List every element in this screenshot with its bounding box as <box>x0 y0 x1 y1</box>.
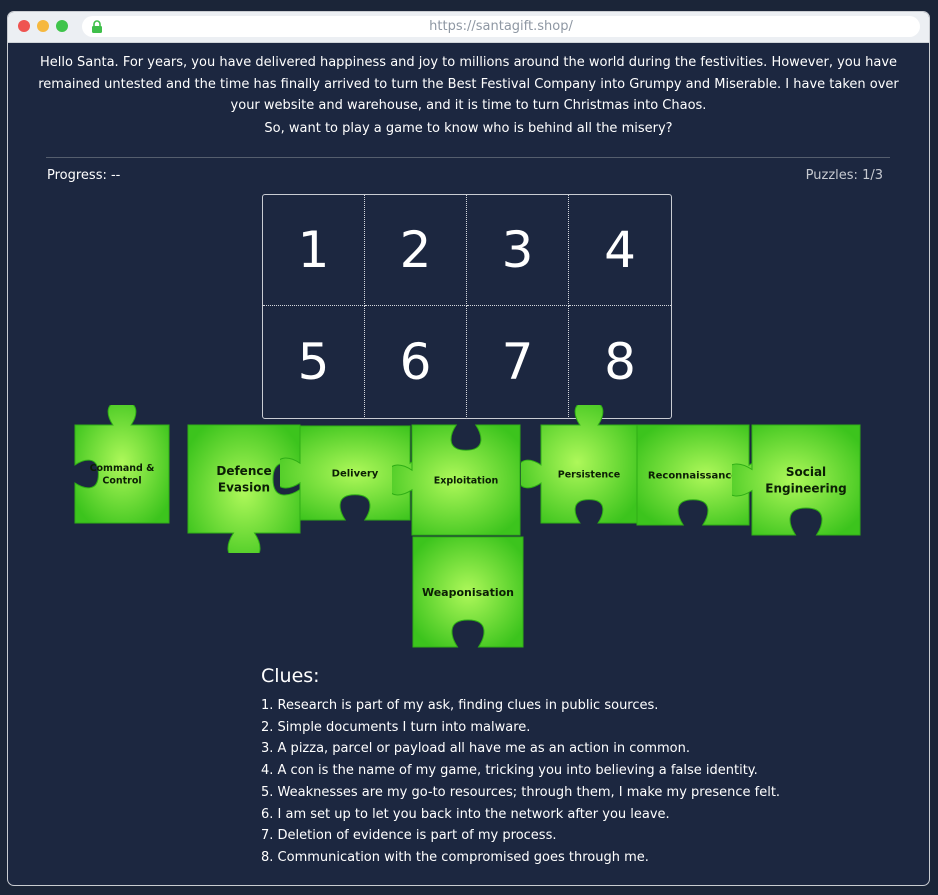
browser-window: https://santagift.shop/ Hello Santa. For… <box>7 11 930 886</box>
puzzle-piece-label: Social <box>786 465 826 479</box>
puzzle-piece-label: Engineering <box>765 481 846 495</box>
drop-slot-1[interactable]: 1 <box>263 195 365 306</box>
puzzle-piece-label: Defence <box>216 464 271 478</box>
drop-slot-8[interactable]: 8 <box>569 306 671 417</box>
maximize-window-button[interactable] <box>56 20 68 32</box>
intro-text: Hello Santa. For years, you have deliver… <box>38 55 899 113</box>
drop-slot-5[interactable]: 5 <box>263 306 365 417</box>
clue-item: 4. A con is the name of my game, trickin… <box>261 763 758 779</box>
close-window-button[interactable] <box>18 20 30 32</box>
drop-slot-3[interactable]: 3 <box>467 195 569 306</box>
puzzle-board: 1234 5678 <box>262 194 672 419</box>
puzzle-piece-label: Reconnaissance <box>648 471 738 482</box>
puzzle-piece-label: Command & <box>90 463 155 474</box>
puzzle-piece-label: Delivery <box>332 469 379 480</box>
puzzle-piece-social-engineering[interactable]: Social Engineering <box>732 405 880 555</box>
puzzles-counter: Puzzles: 1/3 <box>805 168 883 183</box>
progress-label: Progress: -- <box>47 168 121 183</box>
clue-item: 8. Communication with the compromised go… <box>261 849 649 865</box>
puzzle-piece-label: Exploitation <box>434 475 499 486</box>
clue-item: 5. Weaknesses are my go-to resources; th… <box>261 784 781 800</box>
minimize-window-button[interactable] <box>37 20 49 32</box>
clue-item: 7. Deletion of evidence is part of my pr… <box>261 828 557 844</box>
clues-list: 1. Research is part of my ask, finding c… <box>261 695 780 869</box>
browser-toolbar: https://santagift.shop/ <box>8 12 929 43</box>
divider <box>46 157 890 158</box>
drop-slot-2[interactable]: 2 <box>365 195 467 306</box>
puzzle-piece-label: Evasion <box>218 480 270 494</box>
puzzle-piece-label: Weaponisation <box>422 586 514 599</box>
address-bar[interactable]: https://santagift.shop/ <box>82 16 920 37</box>
drop-slot-6[interactable]: 6 <box>365 306 467 417</box>
clue-item: 2. Simple documents I turn into malware. <box>261 719 531 735</box>
clue-item: 1. Research is part of my ask, finding c… <box>261 698 659 713</box>
url-text: https://santagift.shop/ <box>429 19 573 34</box>
puzzle-piece-label: Persistence <box>558 469 620 480</box>
clue-item: 3. A pizza, parcel or payload all have m… <box>261 741 690 757</box>
drop-slot-7[interactable]: 7 <box>467 306 569 417</box>
drop-slot-4[interactable]: 4 <box>569 195 671 306</box>
puzzle-piece-label: Control <box>102 476 141 487</box>
clue-item: 6. I am set up to let you back into the … <box>261 806 670 822</box>
intro-question: So, want to play a game to know who is b… <box>264 121 673 136</box>
clues-title: Clues: <box>261 665 320 687</box>
puzzle-piece-weaponisation[interactable]: Weaponisation <box>393 517 543 667</box>
